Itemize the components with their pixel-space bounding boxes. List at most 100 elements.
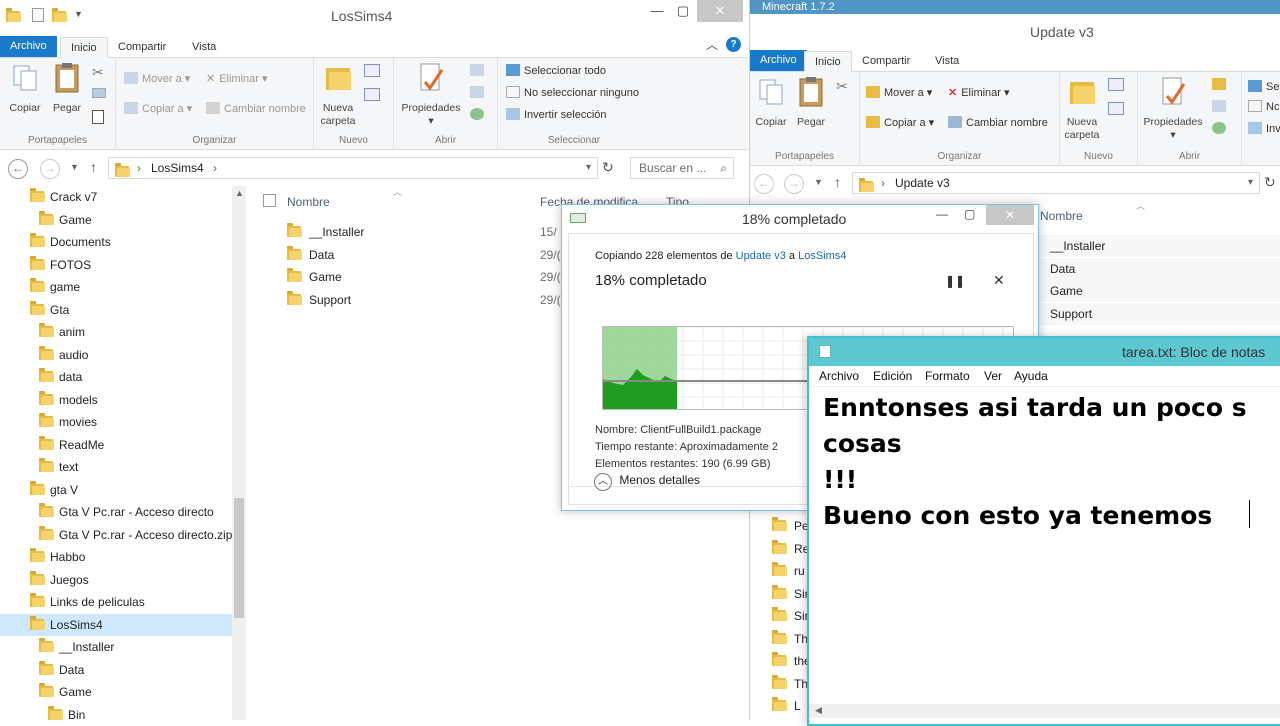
tree-item[interactable]: Bin	[0, 704, 232, 720]
tree-item[interactable]: Crack v7	[0, 186, 232, 208]
quick-access-properties-icon[interactable]	[32, 8, 44, 22]
move-to-button[interactable]: Mover a ▾	[866, 86, 932, 99]
quick-access-chevron-icon[interactable]: ▼	[74, 9, 83, 19]
paste-button[interactable]: Pegar	[792, 76, 830, 129]
menu-ver[interactable]: Ver	[984, 369, 1002, 383]
less-details-button[interactable]: ︿ Menos detalles	[594, 473, 700, 491]
forward-button[interactable]: →	[40, 159, 60, 179]
tab-vista[interactable]: Vista	[182, 37, 226, 58]
tab-compartir[interactable]: Compartir	[108, 37, 176, 58]
dialog-maximize-button[interactable]: ▢	[964, 207, 975, 221]
tree-item[interactable]: audio	[0, 344, 232, 366]
tree-item[interactable]: Juegos	[0, 569, 232, 591]
back-button[interactable]: ←	[754, 174, 774, 194]
history-icon[interactable]	[470, 108, 484, 120]
file-row[interactable]: Data	[1030, 257, 1280, 280]
tree-item[interactable]: Gta V Pc.rar - Acceso directo.zip	[0, 524, 232, 546]
file-row[interactable]: Th	[772, 673, 808, 695]
new-item-icon[interactable]	[1108, 78, 1124, 91]
copy-button[interactable]: Copiar	[752, 76, 790, 129]
edit-icon[interactable]	[1212, 100, 1226, 112]
search-input[interactable]: Buscar en ... ⌕	[630, 157, 734, 179]
recent-chevron-icon[interactable]: ▼	[814, 177, 823, 187]
tab-archivo[interactable]: Archivo	[750, 50, 807, 71]
close-button[interactable]: ✕	[697, 0, 743, 22]
pause-button[interactable]: ❚❚	[945, 274, 965, 288]
column-header-name[interactable]: Nombre	[287, 195, 330, 209]
easy-access-icon[interactable]	[364, 88, 380, 101]
destination-folder-link[interactable]: LosSims4	[798, 250, 846, 262]
cut-icon[interactable]: ✂	[92, 64, 104, 81]
up-button[interactable]: ↑	[90, 159, 97, 175]
scroll-left-icon[interactable]: ◀	[815, 705, 822, 716]
file-row[interactable]: Sir	[772, 605, 809, 627]
new-item-icon[interactable]	[364, 64, 380, 77]
scrollbar-thumb[interactable]	[234, 498, 244, 618]
help-icon[interactable]: ?	[726, 37, 741, 52]
rename-button[interactable]: Cambiar nombre	[948, 116, 1048, 129]
select-all-button[interactable]: Seleccionar todo	[506, 64, 606, 77]
file-row[interactable]: Re	[772, 538, 809, 560]
edit-icon[interactable]	[470, 86, 484, 98]
tree-item[interactable]: data	[0, 366, 232, 388]
notepad-text-area[interactable]: Enntonses asi tarda un poco s cosas !!! …	[823, 390, 1247, 534]
navigation-scrollbar[interactable]: ▲	[232, 186, 246, 720]
maximize-button[interactable]: ▢	[668, 0, 698, 22]
paste-shortcut-icon[interactable]	[92, 110, 104, 124]
invert-selection-button[interactable]: Inv	[1248, 122, 1280, 135]
tree-item[interactable]: anim	[0, 321, 232, 343]
paste-button[interactable]: Pegar	[48, 62, 86, 115]
file-row[interactable]: L	[772, 695, 801, 717]
menu-formato[interactable]: Formato	[925, 369, 970, 383]
file-row[interactable]: Support	[1030, 302, 1280, 325]
rename-button[interactable]: Cambiar nombre	[206, 102, 306, 115]
select-none-button[interactable]: No seleccionar ninguno	[506, 86, 639, 99]
tree-item[interactable]: Links de peliculas	[0, 591, 232, 613]
up-button[interactable]: ↑	[834, 174, 841, 190]
address-dropdown-icon[interactable]: ▾	[586, 158, 591, 178]
tree-item[interactable]: Game	[0, 681, 232, 703]
refresh-button[interactable]: ↻	[602, 159, 614, 176]
tree-item[interactable]: Game	[0, 209, 232, 231]
tree-item[interactable]: LosSims4	[0, 613, 232, 636]
tree-item[interactable]: Gta V Pc.rar - Acceso directo	[0, 501, 232, 523]
scroll-up-icon[interactable]: ▲	[235, 188, 244, 198]
dialog-minimize-button[interactable]: —	[936, 207, 948, 221]
file-row[interactable]: ru	[772, 560, 805, 582]
file-row[interactable]: Th	[772, 628, 808, 650]
address-box[interactable]: › Update v3 ▾	[852, 172, 1260, 194]
properties-button[interactable]: Propiedades ▾	[1140, 76, 1206, 142]
dialog-close-button[interactable]: ✕	[986, 205, 1034, 225]
delete-button[interactable]: ✕ Eliminar ▾	[206, 72, 268, 85]
tab-compartir[interactable]: Compartir	[852, 51, 920, 72]
tree-item[interactable]: Data	[0, 659, 232, 681]
column-header-name[interactable]: Nombre	[1040, 209, 1083, 223]
copy-to-button[interactable]: Copiar a ▾	[866, 116, 934, 129]
recent-chevron-icon[interactable]: ▼	[70, 162, 79, 172]
menu-edicion[interactable]: Edición	[873, 369, 912, 383]
tree-item[interactable]: game	[0, 276, 232, 298]
tree-item[interactable]: text	[0, 456, 232, 478]
ribbon-collapse-icon[interactable]: ︿	[706, 36, 718, 53]
tree-item[interactable]: movies	[0, 411, 232, 433]
copy-path-icon[interactable]	[92, 88, 106, 98]
quick-access-newfolder-icon[interactable]	[52, 8, 67, 24]
refresh-button[interactable]: ↻	[1264, 174, 1276, 191]
select-none-button[interactable]: Nc	[1248, 100, 1279, 113]
file-row[interactable]: Sir	[772, 583, 809, 605]
easy-access-icon[interactable]	[1108, 102, 1124, 115]
file-row[interactable]: Game	[1030, 280, 1280, 302]
tree-item[interactable]: Habbo	[0, 546, 232, 568]
new-folder-button[interactable]: Nueva carpeta	[1062, 76, 1102, 142]
tree-item[interactable]: __Installer	[0, 636, 232, 658]
file-row[interactable]: Pe	[772, 515, 809, 537]
open-icon[interactable]	[1212, 78, 1226, 90]
source-folder-link[interactable]: Update v3	[736, 250, 786, 262]
tree-item[interactable]: Gta	[0, 299, 232, 321]
tree-item[interactable]: models	[0, 389, 232, 411]
tab-archivo[interactable]: Archivo	[0, 36, 57, 57]
address-box[interactable]: › LosSims4 › ▾	[108, 157, 598, 179]
menu-ayuda[interactable]: Ayuda	[1014, 369, 1048, 383]
properties-button[interactable]: Propiedades ▾	[398, 62, 464, 128]
notepad-horizontal-scrollbar[interactable]: ◀	[809, 704, 1280, 718]
